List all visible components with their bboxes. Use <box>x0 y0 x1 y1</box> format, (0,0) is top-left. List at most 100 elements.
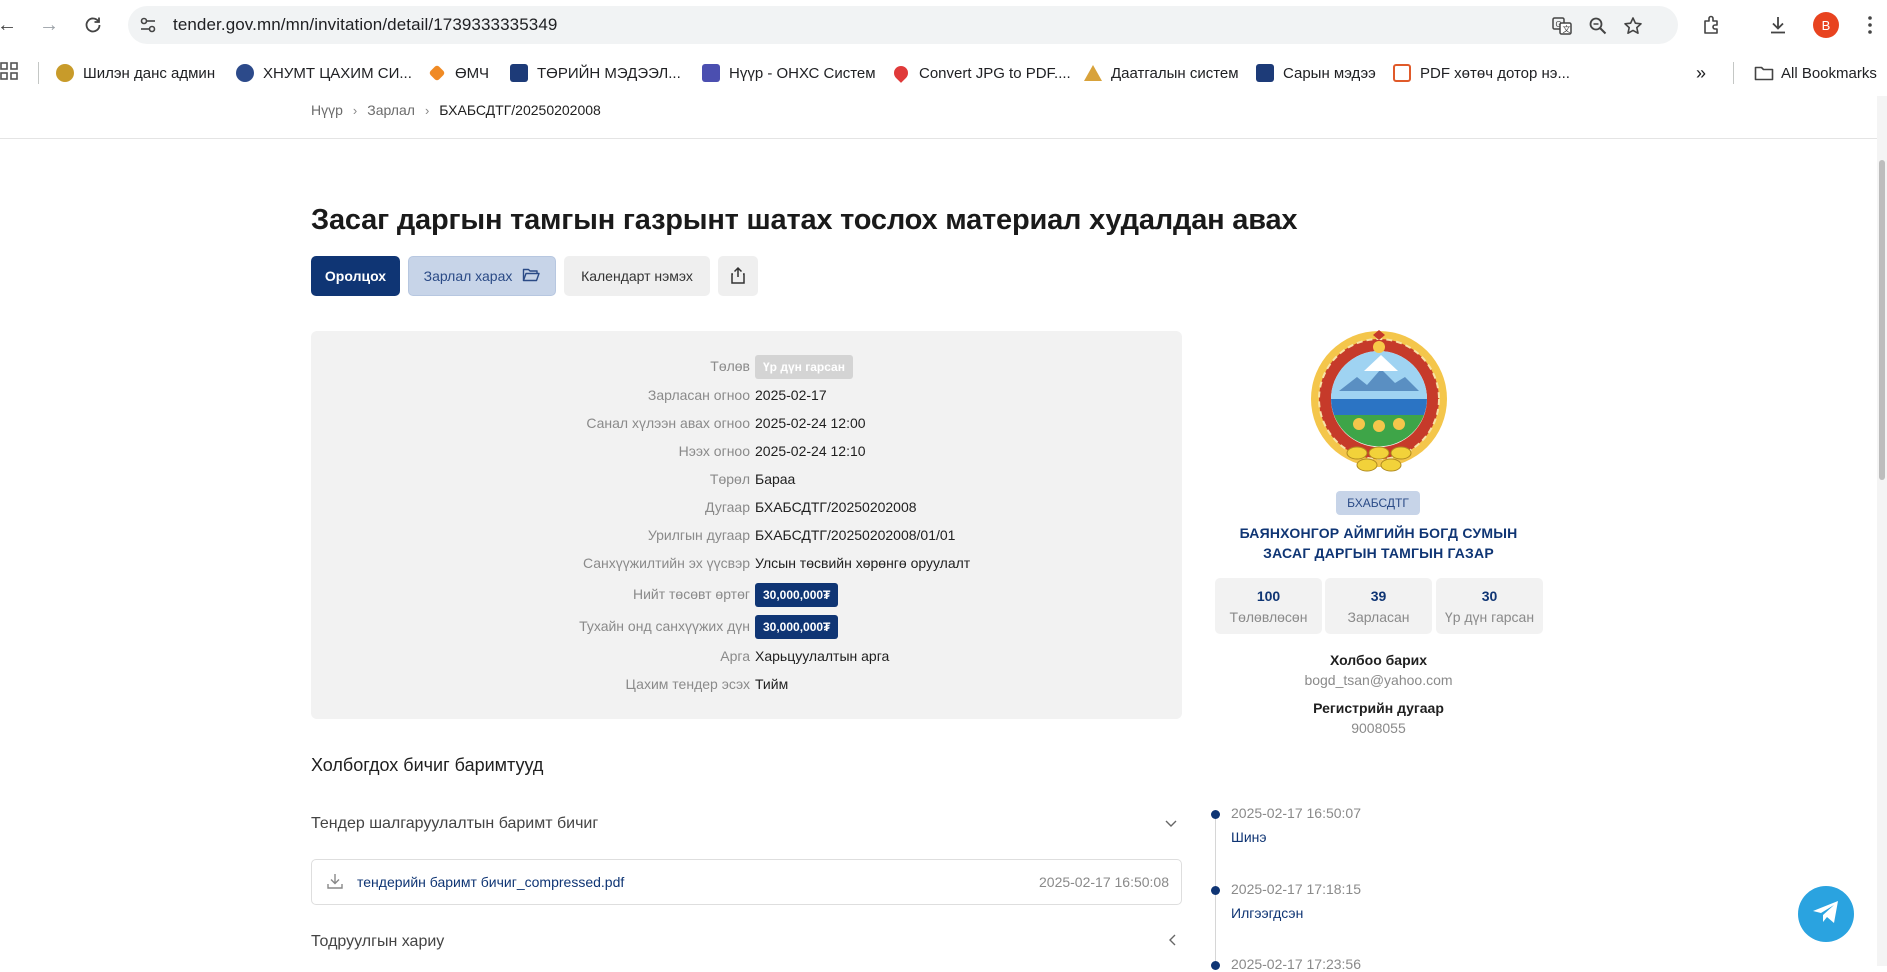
tender-details-card: Төлөв Үр дүн гарсан Зарласан огноо 2025-02… <box>311 331 1182 719</box>
registration-heading: Регистрийн дугаар <box>1313 700 1444 716</box>
document-file-name[interactable]: тендерийн баримт бичиг_compressed.pdf <box>357 874 624 890</box>
heart-icon <box>891 63 911 83</box>
bookmark-daatgal[interactable]: Даатгалын систем <box>1084 62 1239 84</box>
organization-name[interactable]: БАЯНХОНГОР АЙМГИЙН БОГД СУМЫН ЗАСАГ ДАРГ… <box>1216 523 1541 563</box>
bookmark-pdf-khutuch[interactable]: PDF хөтөч дотор нэ... <box>1393 62 1570 84</box>
bookmark-favicon-icon <box>428 64 446 82</box>
accordion-clarification-answers[interactable]: Тодруулгын хариу <box>311 933 1182 951</box>
bookmark-khnumt[interactable]: ХНУМТ ЦАХИМ СИ... <box>236 62 412 84</box>
timeline-status: Шинэ <box>1231 829 1267 845</box>
divider <box>0 138 1877 139</box>
amount-badge: 30,000,000₮ <box>755 583 839 607</box>
site-settings-icon[interactable] <box>138 15 158 35</box>
detail-value: Улсын төсвийн хөрөнгө оруулалт <box>755 555 971 571</box>
detail-value: Тийм <box>755 676 789 692</box>
zoom-icon[interactable] <box>1587 15 1609 37</box>
telegram-icon <box>1811 898 1841 931</box>
contact-heading: Холбоо барих <box>1329 652 1428 668</box>
bookmark-favicon-icon <box>1256 64 1274 82</box>
participate-button[interactable]: Оролцох <box>311 256 400 296</box>
download-icon[interactable] <box>326 872 346 892</box>
share-button[interactable] <box>718 256 758 296</box>
detail-value: 2025-02-24 12:10 <box>755 443 866 459</box>
detail-row-e-tender: Цахим тендер эсэх Тийм <box>311 676 1182 696</box>
view-announcement-label: Зарлал харах <box>423 268 513 284</box>
documents-heading: Холбогдох бичиг баримтууд <box>311 755 544 775</box>
bookmark-omch[interactable]: ӨМЧ <box>428 62 489 84</box>
detail-row-invitation-number: Урилгын дугаар БХАБСДТГ/20250202008/01/01 <box>311 527 1182 547</box>
back-icon[interactable]: ← <box>0 12 20 38</box>
status-badge: Үр дүн гарсан <box>755 355 853 379</box>
bookmark-shilen-dans[interactable]: Шилэн данс админ <box>56 62 215 84</box>
chevron-left-icon <box>1168 933 1178 950</box>
detail-row-opening-date: Нээх огноо 2025-02-24 12:10 <box>311 443 1182 463</box>
detail-row-annual-funding: Тухайн онд санхүүжих дүн 30,000,000₮ <box>311 615 1182 639</box>
detail-label: Дугаар <box>705 499 750 515</box>
chevron-down-icon <box>1164 815 1178 831</box>
detail-row-total-budget: Нийт төсөвт өртөг 30,000,000₮ <box>311 583 1182 607</box>
bookmark-favicon-icon <box>510 64 528 82</box>
bookmarks-separator <box>1733 62 1734 84</box>
bookmark-convert-jpg[interactable]: Convert JPG to PDF.... <box>891 62 1071 84</box>
contact-email[interactable]: bogd_tsan@yahoo.com <box>1216 672 1541 688</box>
detail-label: Арга <box>720 648 750 664</box>
detail-row-method: Арга Харьцуулалтын арга <box>311 648 1182 668</box>
bookmark-favicon-icon <box>236 64 254 82</box>
detail-value: Харьцуулалтын арга <box>755 648 890 664</box>
bookmark-onkhs[interactable]: Нүүр - ОНХС Систем <box>702 62 876 84</box>
detail-value: Бараа <box>755 471 796 487</box>
downloads-icon[interactable] <box>1766 13 1790 37</box>
add-to-calendar-label: Календарт нэмэх <box>581 268 693 284</box>
detail-row-funding-source: Санхүүжилтийн эх үүсвэр Улсын төсвийн хөр… <box>311 555 1182 575</box>
browser-menu-icon[interactable] <box>1858 13 1882 37</box>
bookmark-saryn-medee[interactable]: Сарын мэдээ <box>1256 62 1376 84</box>
translate-icon[interactable]: G文 <box>1551 15 1573 37</box>
svg-text:文: 文 <box>1563 24 1571 34</box>
apps-grid-icon[interactable] <box>0 62 20 82</box>
detail-label: Цахим тендер эсэх <box>625 676 750 692</box>
page-scrollbar-thumb[interactable] <box>1879 160 1885 480</box>
stat-announced: 39 Зарласан <box>1325 578 1432 634</box>
accordion-tender-documents[interactable]: Тендер шалгаруулалтын баримт бичиг <box>311 815 1182 833</box>
detail-value: 2025-02-24 12:00 <box>755 415 866 431</box>
bookmark-favicon-icon <box>56 64 74 82</box>
folder-open-icon <box>522 267 541 286</box>
participate-button-label: Оролцох <box>324 268 387 284</box>
bookmark-star-icon[interactable] <box>1622 15 1644 37</box>
url-text[interactable]: tender.gov.mn/mn/invitation/detail/17393… <box>173 15 557 35</box>
stat-label: Төлөвлөсөн <box>1229 609 1308 625</box>
add-to-calendar-button[interactable]: Календарт нэмэх <box>564 256 710 296</box>
document-file-item[interactable]: тендерийн баримт бичиг_compressed.pdf 20… <box>311 859 1182 905</box>
folder-icon <box>1754 64 1774 82</box>
bookmark-favicon-icon <box>1084 65 1102 81</box>
timeline-time: 2025-02-17 16:50:07 <box>1231 805 1361 821</box>
stat-number: 100 <box>1256 588 1281 604</box>
breadcrumb-home[interactable]: Нүүр <box>311 102 343 118</box>
accordion-title: Тендер шалгаруулалтын баримт бичиг <box>311 815 599 832</box>
detail-label: Санал хүлээн авах огноо <box>586 415 750 431</box>
detail-row-announced-date: Зарласан огноо 2025-02-17 <box>311 387 1182 407</box>
all-bookmarks-button[interactable]: All Bookmarks <box>1754 62 1877 84</box>
detail-row-type: Төрөл Бараа <box>311 471 1182 491</box>
address-bar[interactable]: tender.gov.mn/mn/invitation/detail/17393… <box>128 6 1678 44</box>
reload-icon[interactable] <box>80 12 106 38</box>
breadcrumb-section[interactable]: Зарлал <box>367 102 415 118</box>
extensions-icon[interactable] <box>1700 13 1724 37</box>
more-bookmarks-button[interactable]: » <box>1696 62 1706 84</box>
breadcrumb: Нүүр › Зарлал › БХАБСДТГ/20250202008 <box>311 102 601 118</box>
detail-label: Төлөв <box>710 358 750 374</box>
forward-icon[interactable]: → <box>36 12 62 38</box>
profile-avatar[interactable]: B <box>1813 12 1839 38</box>
bookmark-turiin-medeelel[interactable]: ТӨРИЙН МЭДЭЭЛ... <box>510 62 681 84</box>
stat-label: Үр дүн гарсан <box>1444 609 1535 625</box>
pdf-icon <box>1393 64 1411 82</box>
timeline-time: 2025-02-17 17:23:56 <box>1231 956 1361 972</box>
document-file-date: 2025-02-17 16:50:08 <box>1039 874 1169 890</box>
detail-label: Нийт төсөвт өртөг <box>632 586 750 602</box>
view-announcement-button[interactable]: Зарлал харах <box>408 256 556 296</box>
detail-value: БХАБСДТГ/20250202008/01/01 <box>755 527 956 543</box>
telegram-chat-button[interactable] <box>1798 886 1854 942</box>
stat-planned: 100 Төлөвлөсөн <box>1215 578 1322 634</box>
detail-label: Төрөл <box>709 471 750 487</box>
bookmark-favicon-icon <box>702 64 720 82</box>
